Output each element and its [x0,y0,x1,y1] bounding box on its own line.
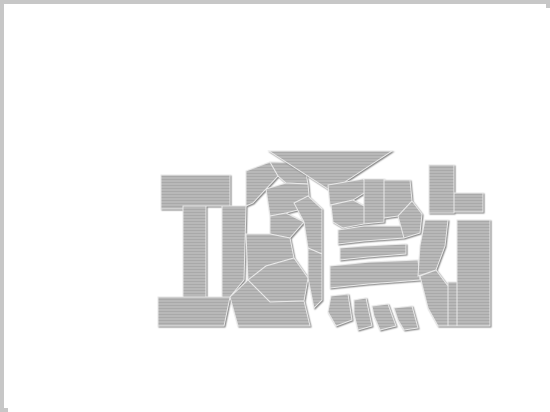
logo-zhengdian: 正點 [157,150,491,331]
glyph-dian [327,164,491,331]
canvas-frame: 正點 [0,0,550,412]
canvas-area: 正點 [8,8,550,412]
glyph-zheng [157,161,323,327]
